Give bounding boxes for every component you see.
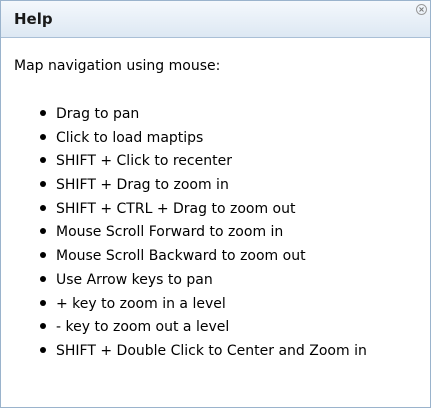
bullet-icon: [40, 228, 46, 235]
list-item-text: Mouse Scroll Forward to zoom in: [56, 224, 284, 241]
list-item: Use Arrow keys to pan: [40, 270, 367, 294]
bullet-icon: [40, 299, 46, 306]
help-list: Drag to pan Click to load maptips SHIFT …: [40, 104, 367, 365]
list-item: + key to zoom in a level: [40, 294, 367, 318]
list-item: SHIFT + Click to recenter: [40, 151, 367, 175]
list-item: SHIFT + Double Click to Center and Zoom …: [40, 341, 367, 365]
bullet-icon: [40, 157, 46, 164]
list-item-text: SHIFT + CTRL + Drag to zoom out: [56, 200, 296, 217]
list-item: Drag to pan: [40, 104, 367, 128]
list-item: SHIFT + Drag to zoom in: [40, 175, 367, 199]
help-header: Help: [1, 1, 430, 38]
list-item-text: Mouse Scroll Backward to zoom out: [56, 248, 306, 265]
list-item-text: SHIFT + Click to recenter: [56, 153, 232, 170]
close-icon[interactable]: [416, 4, 427, 15]
list-item-text: SHIFT + Drag to zoom in: [56, 177, 229, 194]
help-body: Map navigation using mouse: Drag to pan …: [1, 38, 430, 407]
list-item: - key to zoom out a level: [40, 317, 367, 341]
list-item: Click to load maptips: [40, 128, 367, 152]
bullet-icon: [40, 181, 46, 188]
list-item-text: - key to zoom out a level: [56, 319, 230, 336]
bullet-icon: [40, 275, 46, 282]
bullet-icon: [40, 204, 46, 211]
list-item-text: Click to load maptips: [56, 129, 204, 146]
list-item-text: Drag to pan: [56, 106, 140, 122]
list-item: Mouse Scroll Backward to zoom out: [40, 246, 367, 270]
bullet-icon: [40, 346, 46, 353]
list-item-text: SHIFT + Double Click to Center and Zoom …: [56, 342, 367, 359]
help-title: Help: [14, 10, 53, 28]
list-item-text: + key to zoom in a level: [56, 295, 226, 312]
bullet-icon: [40, 133, 46, 140]
list-item: SHIFT + CTRL + Drag to zoom out: [40, 199, 367, 223]
help-panel: Help Map navigation using mouse: Drag to…: [0, 0, 431, 408]
bullet-icon: [40, 252, 46, 259]
help-intro: Map navigation using mouse:: [14, 58, 221, 74]
bullet-icon: [40, 110, 46, 116]
list-item-text: Use Arrow keys to pan: [56, 271, 213, 288]
bullet-icon: [40, 323, 46, 330]
list-item: Mouse Scroll Forward to zoom in: [40, 222, 367, 246]
